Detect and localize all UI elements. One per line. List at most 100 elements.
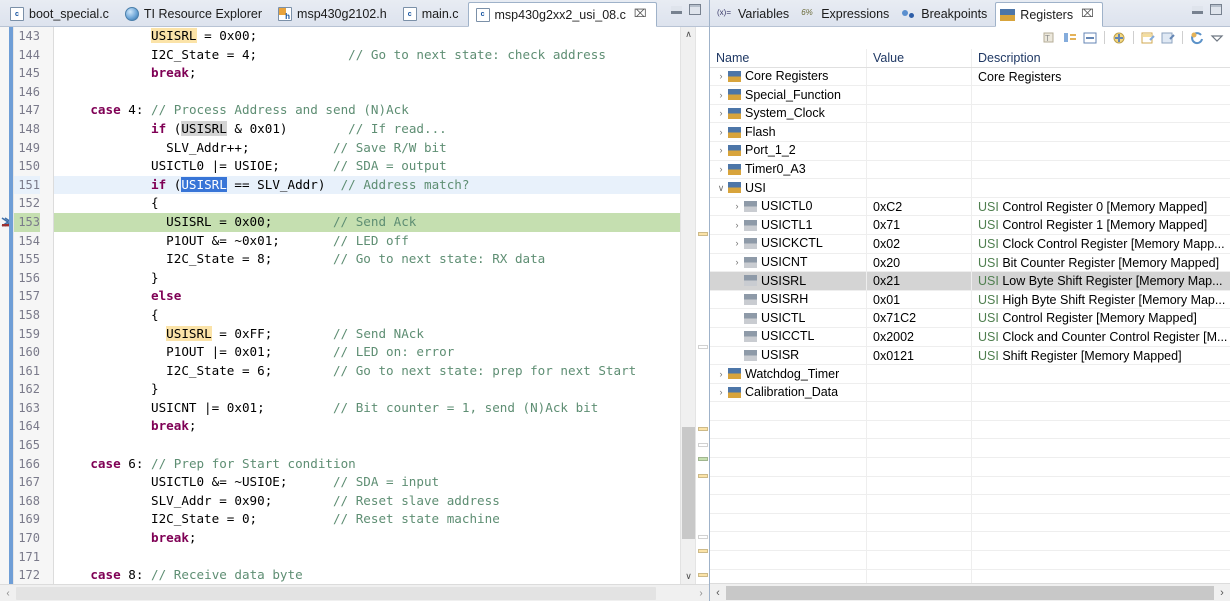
tab-expressions[interactable]: Expressions xyxy=(797,2,897,26)
code-line[interactable]: break; xyxy=(54,529,680,548)
editor-horizontal-scrollbar[interactable]: ‹ › xyxy=(0,584,709,601)
empty-row[interactable] xyxy=(710,420,1230,440)
editor-code-content[interactable]: USISRL = 0x00; I2C_State = 4; // Go to n… xyxy=(54,27,680,584)
register-row[interactable]: USISRL 0x21 USI Low Byte Shift Register [M… xyxy=(710,272,1230,291)
code-line[interactable] xyxy=(54,548,680,567)
register-name-cell[interactable]: › Timer0_A3 xyxy=(710,160,867,179)
register-row[interactable]: › System_Clock xyxy=(710,104,1230,124)
show-type-names-icon[interactable]: T xyxy=(1042,30,1058,46)
chevron-right-icon[interactable]: › xyxy=(714,142,728,160)
editor-tab-msp430g2xx2-usi-08-c[interactable]: c msp430g2xx2_usi_08.c ⌧ xyxy=(467,2,657,27)
register-value-cell[interactable]: 0x0121 xyxy=(867,346,972,365)
scroll-left-icon[interactable]: ‹ xyxy=(0,588,16,599)
empty-row[interactable] xyxy=(710,439,1230,459)
editor-overview-ruler[interactable] xyxy=(695,27,709,584)
chevron-right-icon[interactable]: › xyxy=(714,384,728,402)
refresh-icon[interactable] xyxy=(1189,30,1205,46)
add-register-group-icon[interactable] xyxy=(1111,30,1127,46)
chevron-right-icon[interactable]: › xyxy=(730,198,744,216)
chevron-right-icon[interactable]: › xyxy=(714,161,728,179)
register-value-cell[interactable]: 0xC2 xyxy=(867,197,972,216)
code-line[interactable]: I2C_State = 4; // Go to next state: chec… xyxy=(54,46,680,65)
column-header-description[interactable]: Description xyxy=(972,49,1230,67)
register-value-cell[interactable] xyxy=(867,67,972,86)
code-line[interactable]: I2C_State = 8; // Go to next state: RX d… xyxy=(54,250,680,269)
register-row[interactable]: USISRH 0x01 USI High Byte Shift Register [… xyxy=(710,290,1230,310)
editor-tab-boot-special-c[interactable]: c boot_special.c xyxy=(3,2,118,26)
register-row[interactable]: › Core Registers Core Registers xyxy=(710,67,1230,87)
code-line[interactable]: USICTL0 |= USIOE; // SDA = output xyxy=(54,157,680,176)
register-value-cell[interactable]: 0x02 xyxy=(867,234,972,253)
overview-ruler-mark[interactable] xyxy=(698,443,708,447)
code-line[interactable] xyxy=(54,436,680,455)
register-name-cell[interactable]: › USICKCTL xyxy=(710,234,867,253)
register-value-cell[interactable] xyxy=(867,365,972,383)
register-value-cell[interactable]: 0x21 xyxy=(867,272,972,290)
column-header-name[interactable]: Name xyxy=(710,49,867,67)
tab-registers[interactable]: Registers ⌧ xyxy=(995,2,1103,27)
code-line[interactable]: case 8: // Receive data byte xyxy=(54,566,680,584)
register-name-cell[interactable]: USISR xyxy=(710,346,867,365)
register-name-cell[interactable]: › USICTL1 xyxy=(710,216,867,234)
scroll-right-icon[interactable]: › xyxy=(1214,587,1230,599)
register-value-cell[interactable]: 0x71C2 xyxy=(867,309,972,327)
minimize-icon[interactable] xyxy=(1192,5,1203,14)
overview-ruler-mark[interactable] xyxy=(698,427,708,431)
scroll-left-icon[interactable]: ‹ xyxy=(710,587,726,599)
register-value-cell[interactable] xyxy=(867,179,972,197)
register-value-cell[interactable]: 0x01 xyxy=(867,290,972,309)
chevron-right-icon[interactable]: › xyxy=(714,105,728,123)
registers-tree-table[interactable]: Name Value Description › Core Registers Core … xyxy=(710,49,1230,583)
empty-row[interactable] xyxy=(710,569,1230,583)
register-row[interactable]: › Port_1_2 xyxy=(710,141,1230,161)
register-row[interactable]: › USICKCTL 0x02 USI Clock Control Register … xyxy=(710,234,1230,254)
register-name-cell[interactable]: › System_Clock xyxy=(710,104,867,123)
overview-ruler-mark[interactable] xyxy=(698,232,708,236)
column-header-value[interactable]: Value xyxy=(867,49,972,67)
code-line[interactable]: USICTL0 &= ~USIOE; // SDA = input xyxy=(54,473,680,492)
overview-ruler-mark[interactable] xyxy=(698,474,708,478)
register-row[interactable]: USICTL 0x71C2 USI Control Register [Memory… xyxy=(710,309,1230,328)
scroll-right-icon[interactable]: › xyxy=(693,588,709,599)
code-line[interactable]: SLV_Addr++; // Save R/W bit xyxy=(54,139,680,158)
overview-ruler-mark[interactable] xyxy=(698,573,708,577)
code-line[interactable]: } xyxy=(54,269,680,288)
view-menu-icon[interactable] xyxy=(1209,30,1225,46)
register-name-cell[interactable]: › Flash xyxy=(710,123,867,141)
register-value-cell[interactable]: 0x20 xyxy=(867,253,972,272)
chevron-right-icon[interactable]: › xyxy=(730,235,744,253)
empty-row[interactable] xyxy=(710,402,1230,421)
code-line[interactable]: I2C_State = 0; // Reset state machine xyxy=(54,510,680,529)
editor-folding-column[interactable] xyxy=(44,27,54,584)
chevron-right-icon[interactable]: › xyxy=(714,123,728,141)
register-name-cell[interactable]: › USICTL0 xyxy=(710,197,867,216)
collapse-all-icon[interactable] xyxy=(1062,30,1078,46)
register-row[interactable]: › USICNT 0x20 USI Bit Counter Register [Mem… xyxy=(710,253,1230,273)
scroll-up-icon[interactable]: ∧ xyxy=(681,27,696,42)
code-line[interactable]: break; xyxy=(54,64,680,83)
overview-ruler-mark[interactable] xyxy=(698,345,708,349)
tab-breakpoints[interactable]: Breakpoints xyxy=(897,2,995,26)
register-row[interactable]: ∨ USI xyxy=(710,179,1230,198)
register-value-cell[interactable] xyxy=(867,104,972,123)
editor-tab-main-c[interactable]: c main.c xyxy=(396,2,468,26)
register-name-cell[interactable]: › Calibration_Data xyxy=(710,383,867,402)
code-line[interactable]: case 4: // Process Address and send (N)A… xyxy=(54,101,680,120)
register-name-cell[interactable]: USICTL xyxy=(710,309,867,327)
register-row[interactable]: › Timer0_A3 xyxy=(710,160,1230,180)
overview-ruler-mark[interactable] xyxy=(698,535,708,539)
code-line[interactable]: USICNT |= 0x01; // Bit counter = 1, send… xyxy=(54,399,680,418)
register-value-cell[interactable] xyxy=(867,123,972,141)
chevron-right-icon[interactable]: › xyxy=(714,365,728,383)
empty-row[interactable] xyxy=(710,551,1230,570)
editor-tab-ti-resource-explorer[interactable]: TI Resource Explorer xyxy=(118,2,271,26)
overview-ruler-mark[interactable] xyxy=(698,549,708,553)
register-value-cell[interactable]: 0x71 xyxy=(867,216,972,234)
registers-hscroll-thumb[interactable] xyxy=(726,586,1214,600)
chevron-right-icon[interactable]: › xyxy=(730,254,744,272)
empty-row[interactable] xyxy=(710,513,1230,533)
register-row[interactable]: › Calibration_Data xyxy=(710,383,1230,403)
empty-row[interactable] xyxy=(710,532,1230,552)
edit-register-group-icon[interactable] xyxy=(1160,30,1176,46)
register-value-cell[interactable] xyxy=(867,86,972,104)
